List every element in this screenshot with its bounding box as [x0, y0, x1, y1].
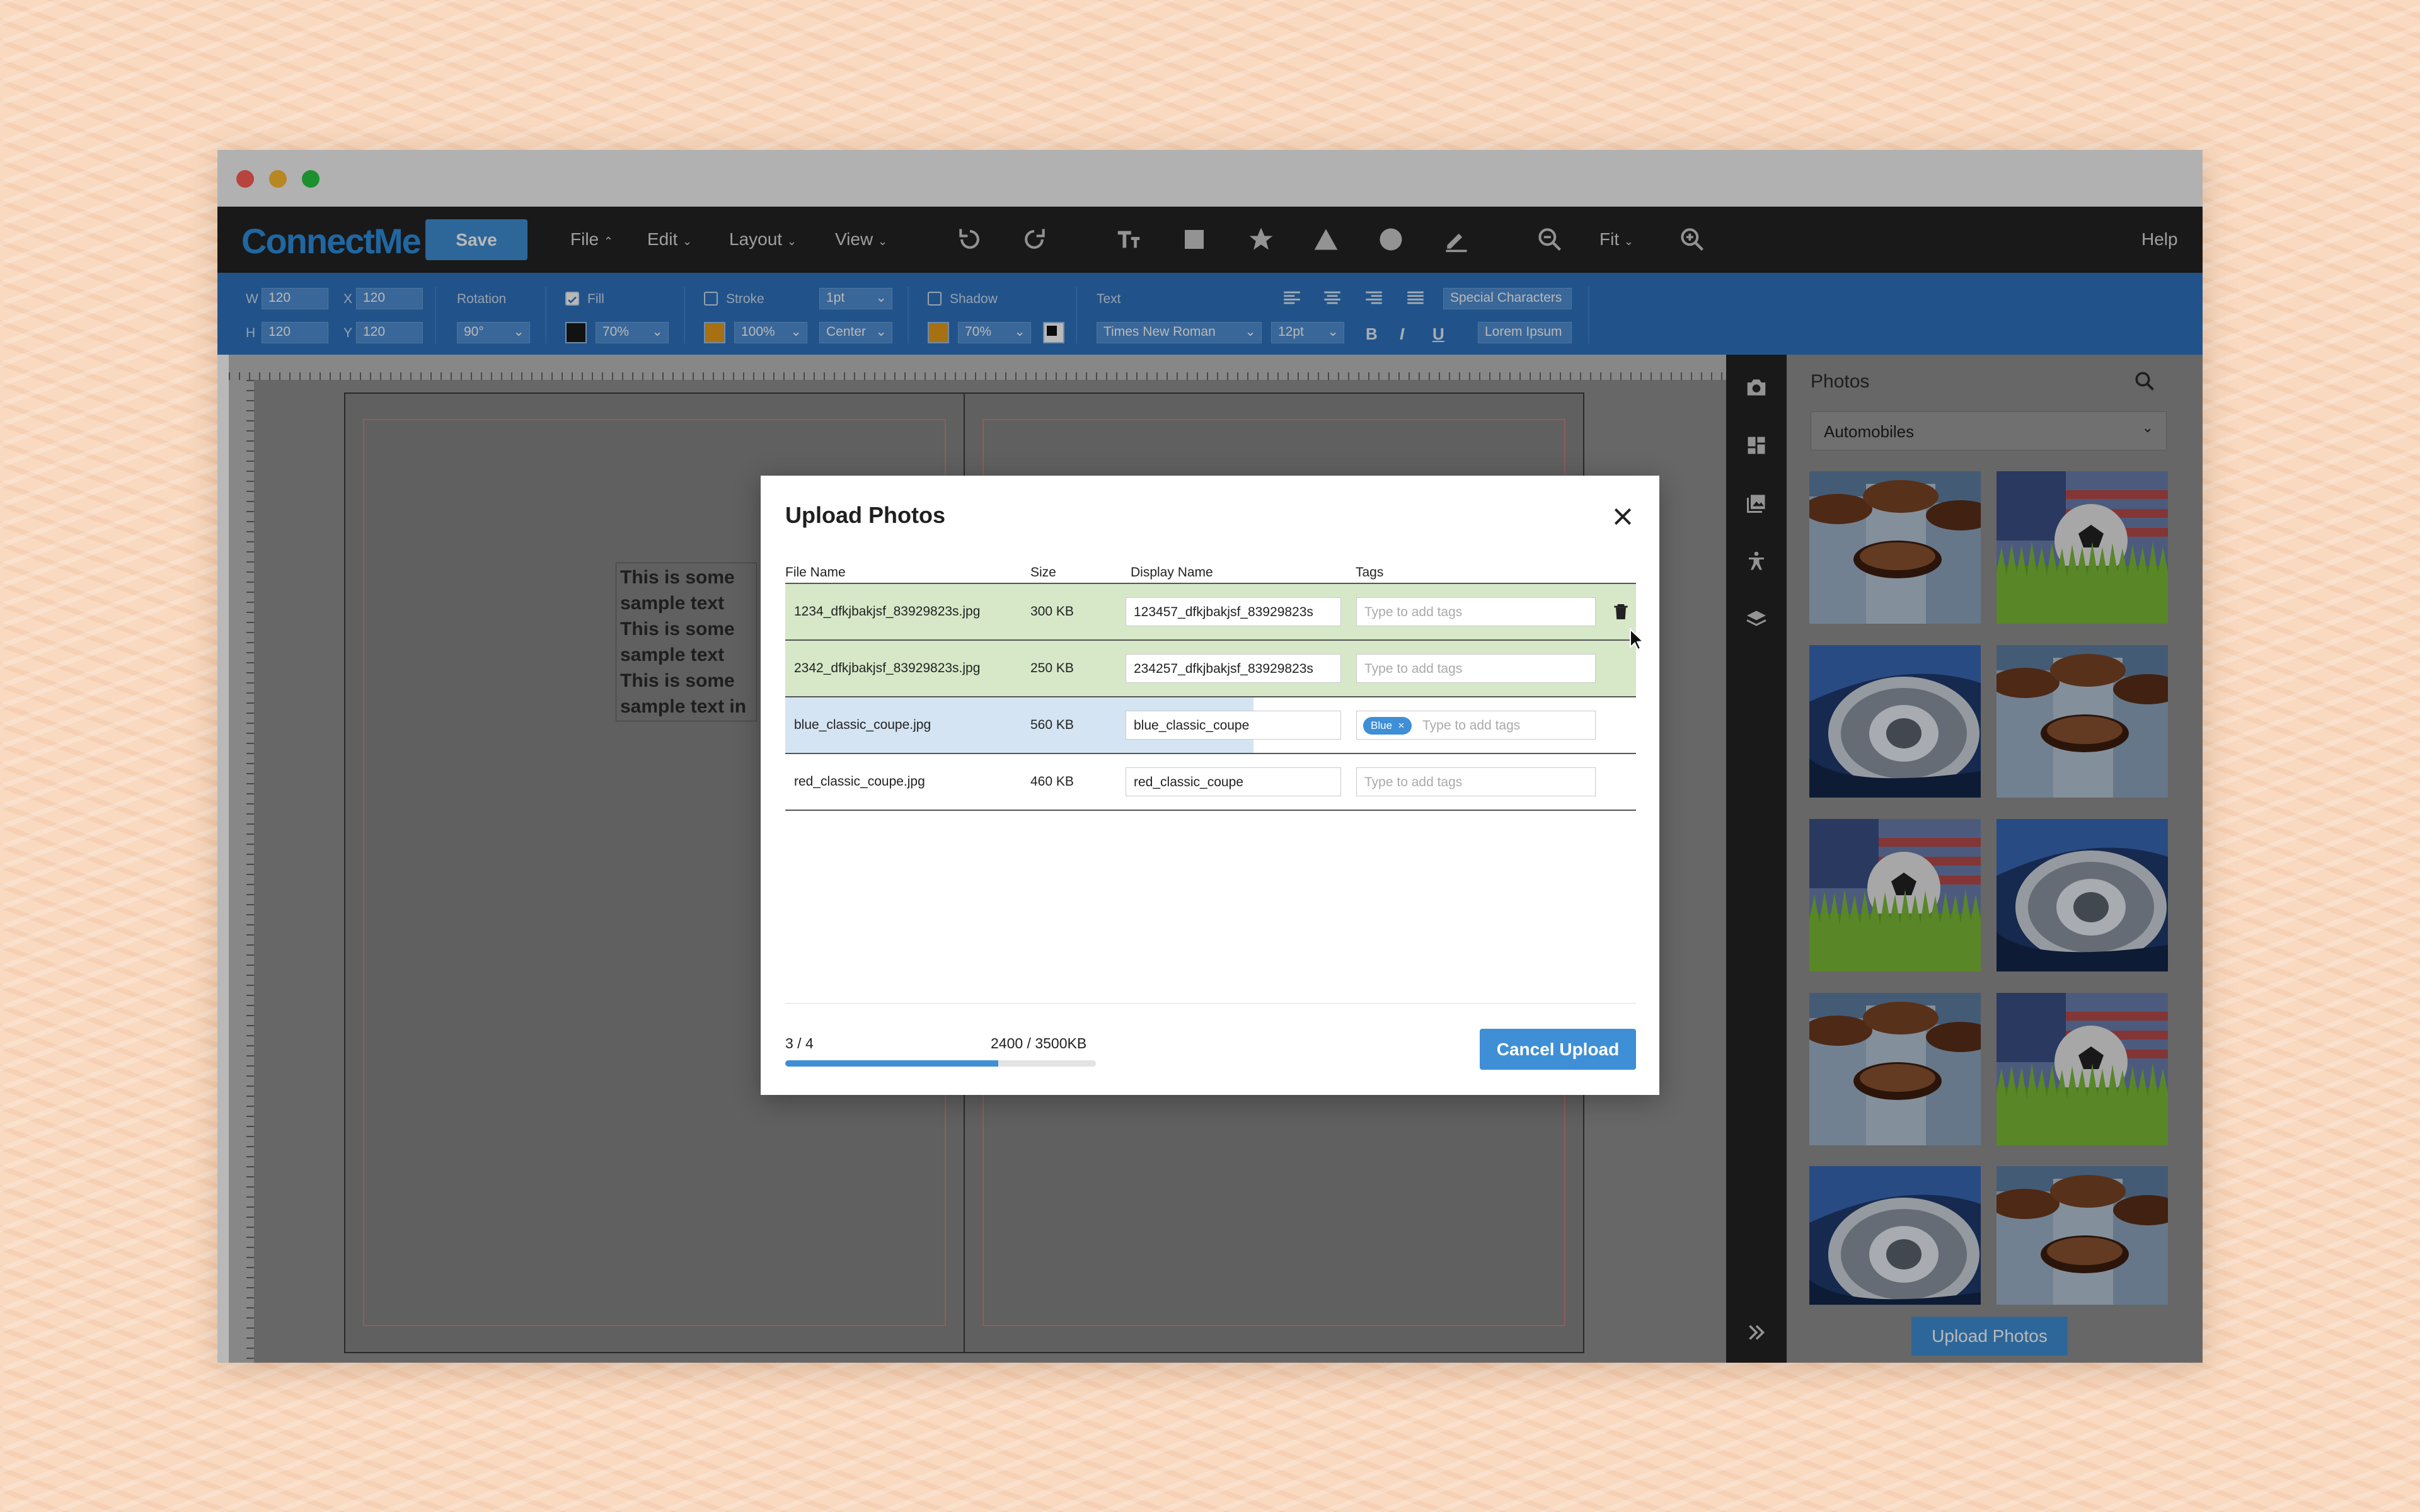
column-file-name: File Name — [785, 565, 846, 580]
tag-chip-label: Blue — [1371, 719, 1393, 731]
display-name-input[interactable]: 123457_dfkjbakjsf_83929823s — [1126, 597, 1341, 626]
tags-input[interactable]: Type to add tags — [1356, 597, 1596, 626]
close-icon[interactable] — [1610, 504, 1635, 529]
display-name-input[interactable]: red_classic_coupe — [1126, 767, 1341, 796]
tag-chip: Blue × — [1363, 717, 1412, 735]
row-file-name: 2342_dfkjbakjsf_83929823s.jpg — [794, 661, 981, 675]
overall-progress-fill — [785, 1060, 999, 1067]
display-name-input[interactable]: 234257_dfkjbakjsf_83929823s — [1126, 654, 1341, 683]
tags-input[interactable]: Type to add tags — [1356, 654, 1596, 683]
row-size: 560 KB — [1030, 718, 1074, 732]
upload-count: 3 / 4 — [785, 1035, 814, 1051]
mouse-cursor-icon — [1629, 627, 1645, 654]
trash-icon[interactable] — [1611, 602, 1631, 625]
remove-tag-icon[interactable]: × — [1398, 719, 1404, 732]
modal-title: Upload Photos — [785, 502, 945, 528]
modal-footer-divider — [785, 1003, 1636, 1004]
table-row: 1234_dfkjbakjsf_83929823s.jpg 300 KB 123… — [785, 584, 1636, 641]
table-row: 2342_dfkjbakjsf_83929823s.jpg 250 KB 234… — [785, 641, 1636, 697]
cancel-upload-button[interactable]: Cancel Upload — [1480, 1029, 1636, 1070]
column-display-name: Display Name — [1131, 565, 1213, 580]
overall-progress-track — [785, 1060, 1096, 1067]
tags-placeholder: Type to add tags — [1422, 718, 1521, 733]
row-size: 250 KB — [1030, 661, 1074, 675]
row-file-name: 1234_dfkjbakjsf_83929823s.jpg — [794, 604, 981, 619]
table-row: red_classic_coupe.jpg 460 KB red_classic… — [785, 754, 1636, 811]
column-size: Size — [1030, 565, 1056, 580]
column-tags: Tags — [1356, 565, 1384, 580]
tags-input[interactable]: Blue × Type to add tags — [1356, 711, 1596, 740]
row-size: 460 KB — [1030, 774, 1074, 789]
display-name-input[interactable]: blue_classic_coupe — [1126, 711, 1341, 740]
row-file-name: red_classic_coupe.jpg — [794, 774, 925, 789]
row-size: 300 KB — [1030, 604, 1074, 619]
upload-photos-modal: Upload Photos File Name Size Display Nam… — [761, 476, 1659, 1095]
upload-bytes: 2400 / 3500KB — [991, 1035, 1087, 1051]
row-file-name: blue_classic_coupe.jpg — [794, 718, 931, 732]
table-row: blue_classic_coupe.jpg 560 KB blue_class… — [785, 697, 1636, 754]
tags-input[interactable]: Type to add tags — [1356, 767, 1596, 796]
